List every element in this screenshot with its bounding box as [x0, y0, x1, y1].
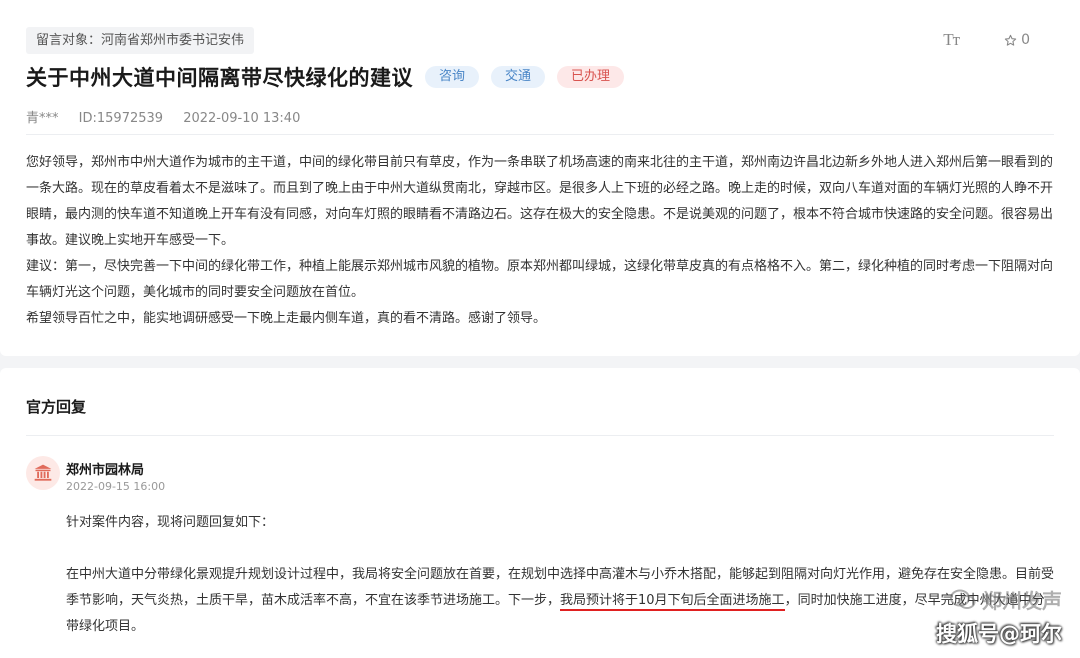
message-content: 您好领导，郑州市中州大道作为城市的主干道，中间的绿化带目前只有草皮，作为一条串联… — [26, 150, 1056, 332]
divider — [26, 435, 1054, 436]
title-row: 关于中州大道中间隔离带尽快绿化的建议 咨询 交通 已办理 — [26, 62, 625, 92]
tag-traffic[interactable]: 交通 — [491, 66, 546, 88]
reply-org-name: 郑州市园林局 — [66, 463, 145, 478]
star-icon — [1004, 34, 1017, 46]
government-building-icon — [34, 464, 52, 481]
message-meta: 青*** ID:15972539 2022-09-10 13:40 — [26, 107, 316, 126]
status-badge: 已办理 — [557, 66, 625, 88]
reply-body: 针对案件内容，现将问题回复如下： 在中州大道中分带绿化景观提升规划设计过程中，我… — [66, 510, 1056, 640]
reply-heading: 官方回复 — [26, 398, 87, 416]
avatar — [26, 456, 60, 490]
favorite-count: 0 — [1021, 32, 1030, 48]
reply-paragraph: 在中州大道中分带绿化景观提升规划设计过程中，我局将安全问题放在首要，在规划中选择… — [66, 562, 1056, 640]
message-target: 留言对象：河南省郑州市委书记安伟 — [26, 27, 255, 54]
official-reply-card: 官方回复 郑州市园林局 2022-09-15 16:00 针对案件内容，现将问题… — [0, 368, 1080, 658]
highlighted-text: 我局预计将于10月下旬后全面进场施工 — [560, 593, 785, 611]
favorite-button[interactable]: 0 — [1004, 32, 1030, 48]
content-paragraph: 建议：第一，尽快完善一下中间的绿化带工作，种植上能展示郑州城市风貌的植物。原本郑… — [26, 259, 1054, 300]
reply-time: 2022-09-15 16:00 — [66, 480, 166, 493]
tag-consult[interactable]: 咨询 — [425, 66, 480, 88]
toolbar: Tт 0 — [943, 30, 1030, 50]
message-id: ID:15972539 — [78, 111, 164, 126]
page-title: 关于中州大道中间隔离带尽快绿化的建议 — [26, 66, 413, 90]
author-name: 青*** — [26, 111, 59, 126]
divider — [26, 134, 1054, 135]
message-time: 2022-09-10 13:40 — [183, 111, 301, 126]
content-paragraph: 您好领导，郑州市中州大道作为城市的主干道，中间的绿化带目前只有草皮，作为一条串联… — [26, 155, 1054, 248]
reply-intro: 针对案件内容，现将问题回复如下： — [66, 515, 275, 530]
font-size-icon[interactable]: Tт — [943, 30, 960, 50]
message-card: 留言对象：河南省郑州市委书记安伟 Tт 0 关于中州大道中间隔离带尽快绿化的建议… — [0, 0, 1080, 356]
content-paragraph: 希望领导百忙之中，能实地调研感受一下晚上走最内侧车道，真的看不清路。感谢了领导。 — [26, 311, 547, 326]
